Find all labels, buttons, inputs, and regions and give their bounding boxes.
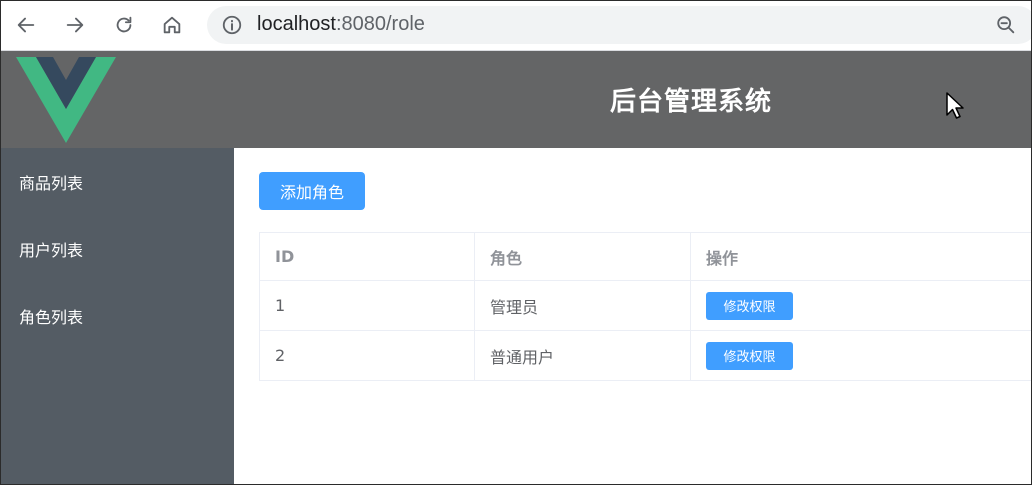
- forward-button[interactable]: [60, 10, 90, 40]
- edit-permission-button[interactable]: 修改权限: [706, 341, 793, 370]
- cell-role: 管理员: [474, 280, 691, 331]
- sidebar-item-products[interactable]: 商品列表: [1, 154, 234, 210]
- mouse-cursor-icon: [946, 92, 964, 119]
- app-window: localhost:8080/role 后台管理系统 商品列表 用户列表 角色列…: [0, 0, 1032, 485]
- cell-id: 2: [259, 330, 475, 381]
- table-header-row: ID 角色 操作: [259, 232, 1031, 281]
- arrow-right-icon: [66, 17, 84, 33]
- cell-action: 修改权限: [690, 330, 1031, 381]
- home-icon: [163, 16, 181, 34]
- info-icon[interactable]: [221, 14, 243, 36]
- cell-action: 修改权限: [690, 280, 1031, 331]
- back-button[interactable]: [11, 10, 41, 40]
- sidebar-item-users[interactable]: 用户列表: [1, 221, 234, 277]
- url-text: localhost:8080/role: [257, 13, 425, 35]
- browser-toolbar: localhost:8080/role: [1, 1, 1031, 51]
- main-content: 添加角色 ID 角色 操作 1 管理员 修改权限 2 普通用户 修改权限: [234, 148, 1031, 484]
- vue-logo-icon: [16, 57, 116, 143]
- sidebar-item-label: 角色列表: [19, 308, 84, 327]
- table-row: 2 普通用户 修改权限: [259, 330, 1031, 381]
- sidebar-item-roles[interactable]: 角色列表: [1, 288, 234, 344]
- add-role-button[interactable]: 添加角色: [259, 172, 365, 210]
- page-title: 后台管理系统: [609, 87, 772, 117]
- column-header-role: 角色: [474, 232, 691, 281]
- sidebar-item-label: 用户列表: [19, 241, 84, 260]
- address-bar[interactable]: localhost:8080/role: [207, 6, 1031, 44]
- sidebar: 商品列表 用户列表 角色列表: [1, 148, 234, 484]
- cell-id: 1: [259, 280, 475, 331]
- roles-table: ID 角色 操作 1 管理员 修改权限 2 普通用户 修改权限: [259, 232, 1031, 381]
- arrow-left-icon: [17, 17, 35, 33]
- table-row: 1 管理员 修改权限: [259, 280, 1031, 331]
- zoom-out-icon[interactable]: [995, 14, 1017, 36]
- column-header-id: ID: [259, 232, 475, 281]
- column-header-action: 操作: [690, 232, 1031, 281]
- reload-button[interactable]: [109, 10, 139, 40]
- edit-permission-button[interactable]: 修改权限: [706, 291, 793, 320]
- cell-role: 普通用户: [474, 330, 691, 381]
- sidebar-item-label: 商品列表: [19, 174, 84, 193]
- home-button[interactable]: [157, 10, 187, 40]
- app-header: 后台管理系统: [1, 51, 1031, 148]
- reload-icon: [116, 16, 132, 33]
